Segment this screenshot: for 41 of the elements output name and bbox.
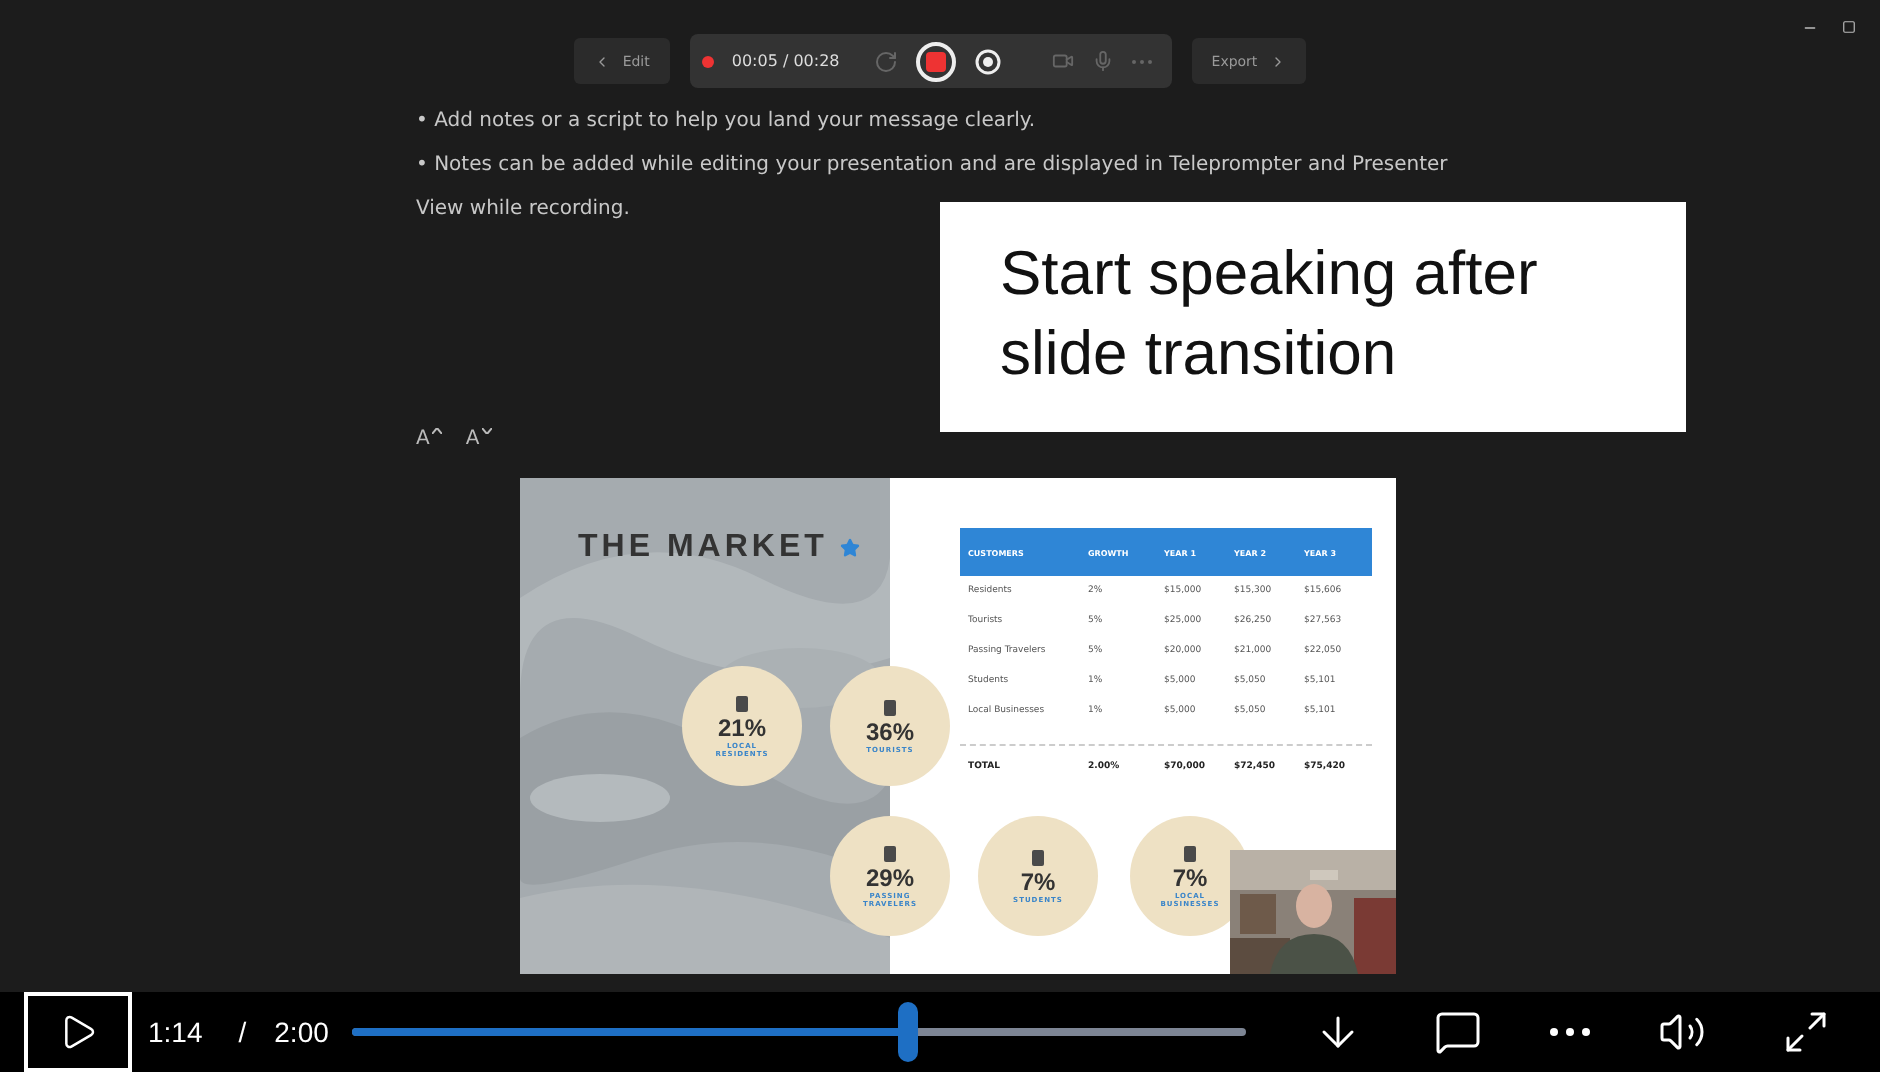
- duration: 2:00: [274, 1016, 329, 1048]
- note-text: • Notes can be added while editing your presentation and are displayed in Teleprompter and Presenter: [416, 152, 1448, 180]
- fullscreen-icon: [1782, 1008, 1831, 1056]
- pictogram-icon: [1030, 847, 1046, 868]
- volume-button[interactable]: [1658, 1008, 1707, 1056]
- caption-text: Start speaking after slide transition: [940, 202, 1686, 432]
- pictogram-icon: [734, 693, 750, 713]
- pictogram-icon: [882, 843, 898, 863]
- recording-timer: 00:05 / 00:28: [731, 52, 840, 70]
- time-separator: /: [238, 1016, 247, 1048]
- volume-icon: [1658, 1008, 1707, 1056]
- fullscreen-button[interactable]: [1782, 1008, 1831, 1056]
- star-icon: [839, 538, 860, 558]
- pictogram-icon: [882, 697, 898, 718]
- font-size-button[interactable]: A: [465, 428, 492, 450]
- captions-button[interactable]: [1434, 1008, 1483, 1056]
- retake-icon: [873, 49, 898, 73]
- stat-value: 29%: [865, 865, 915, 891]
- more-button[interactable]: [1550, 1028, 1591, 1036]
- more-icon: [1550, 1028, 1591, 1036]
- maximize-icon: [1842, 20, 1856, 34]
- seek-thumb[interactable]: [897, 1002, 918, 1062]
- record-icon: [973, 47, 1002, 75]
- caret-icon: [431, 428, 442, 434]
- stop-button[interactable]: [915, 41, 956, 81]
- note-text: View while recording.: [416, 196, 632, 224]
- camera-icon: [1051, 50, 1074, 72]
- stat-value: 7%: [1172, 865, 1208, 891]
- play-button[interactable]: [24, 992, 132, 1072]
- stat-value: 7%: [1020, 869, 1056, 896]
- note-text: • Add notes or a script to help you land your message clearly.: [416, 108, 1038, 136]
- seek-track[interactable]: [352, 1002, 1247, 1062]
- current-time: 1:14: [148, 1016, 203, 1048]
- speech-bubble-icon: [1434, 1008, 1483, 1056]
- caret-icon: [481, 428, 492, 434]
- slide-title: THE MARKET: [578, 530, 828, 566]
- microphone-icon: [1091, 50, 1114, 72]
- stat-value: 36%: [865, 719, 915, 746]
- pictogram-icon: [1182, 843, 1198, 863]
- font-size-button[interactable]: A: [416, 428, 442, 450]
- stat-value: 21%: [717, 715, 767, 741]
